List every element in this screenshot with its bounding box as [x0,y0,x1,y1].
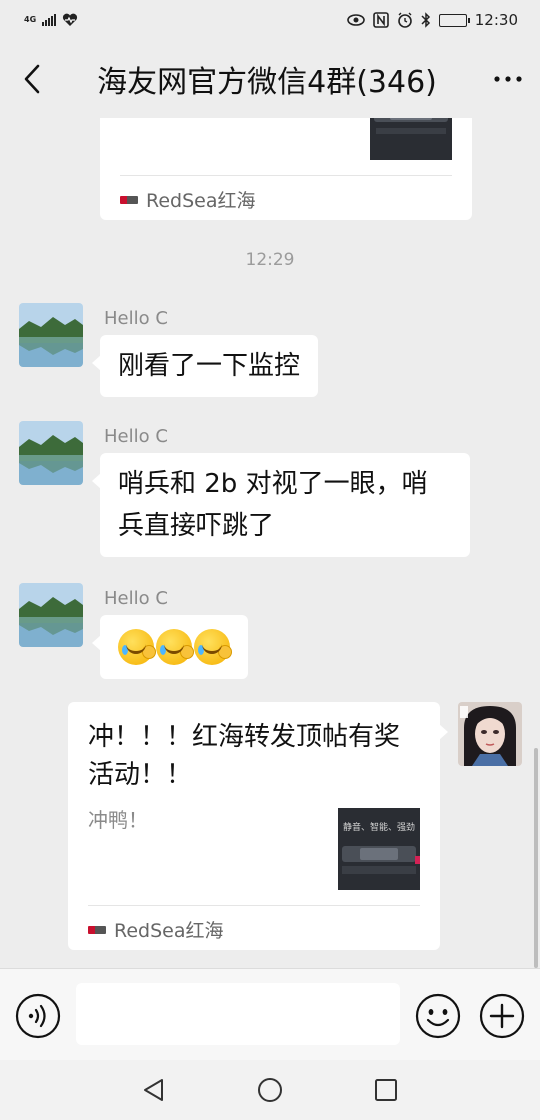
square-recent-icon[interactable] [372,1076,400,1104]
status-right: 12:30 [346,11,518,29]
card-divider [120,175,452,176]
input-bar [0,968,540,1060]
circle-home-icon[interactable] [256,1076,284,1104]
sender-name: Hello C [104,588,168,609]
card-source-label: RedSea红海 [114,920,224,942]
smiley-icon[interactable] [415,993,461,1039]
message-bubble[interactable]: 刚看了一下监控 [91,335,319,397]
chat-message-list[interactable]: RedSea红海 12:29 Hello C 刚看了一下监控 Hello C 哨… [0,118,540,968]
status-left: 4G [24,13,78,27]
card-title: 冲！！！红海转发顶帖有奖活动！！ [88,722,401,790]
chat-header: 海友网官方微信4群(346) [0,40,540,118]
self-avatar[interactable] [458,702,522,766]
battery-icon [438,13,470,27]
facepalm-emoji-icon [194,629,232,665]
shared-link-card[interactable]: 冲！！！红海转发顶帖有奖活动！！ 冲鸭！ 静音、智能、强劲 RedSea红海 [68,702,448,950]
chevron-left-icon [24,64,40,94]
emoji-message-bubble[interactable] [92,615,248,679]
status-bar: 4G 12:30 [0,0,540,40]
network-label: 4G [24,15,37,24]
emoji-row [118,625,232,669]
shared-link-card-top[interactable]: RedSea红海 [100,118,472,220]
message-bubble[interactable]: 哨兵和 2b 对视了一眼，哨兵直接吓跳了 [92,453,470,557]
plus-icon[interactable] [479,993,525,1039]
sender-name: Hello C [104,308,168,329]
bluetooth-icon [421,12,430,28]
triangle-back-icon[interactable] [140,1076,168,1104]
redsea-logo-icon [120,195,138,204]
card-source: RedSea红海 [88,916,224,943]
nfc-icon [372,12,389,28]
eye-icon [346,14,365,26]
health-heart-icon [63,13,78,26]
wechat-chat-screen: 4G 12:30 海友网官方微信4群(346) RedSea红海 12:29 H… [0,0,540,1120]
facepalm-emoji-icon [156,629,194,665]
card-description: 冲鸭！ [88,808,148,832]
voice-icon[interactable] [15,993,61,1039]
card-source-label: RedSea红海 [146,190,256,212]
message-input[interactable] [76,983,400,1045]
sender-avatar[interactable] [19,421,83,485]
redsea-logo-icon [88,925,106,934]
card-thumbnail-image: 静音、智能、强劲 [338,808,420,890]
alarm-icon [397,12,412,28]
card-divider [88,905,420,906]
card-thumbnail-image [370,118,452,160]
sender-avatar[interactable] [19,583,83,647]
status-time: 12:30 [474,11,518,29]
card-source: RedSea红海 [120,186,256,213]
system-nav-bar [0,1060,540,1120]
chat-title: 海友网官方微信4群(346) [97,65,437,100]
sender-name: Hello C [104,426,168,447]
signal-icon [42,14,57,26]
sender-avatar[interactable] [19,303,83,367]
scrollbar[interactable] [534,748,538,968]
facepalm-emoji-icon [118,629,156,665]
back-button[interactable] [0,40,64,118]
more-options-button[interactable] [476,40,540,118]
more-dots-icon [494,76,522,82]
message-timestamp: 12:29 [245,250,295,270]
thumb-caption: 静音、智能、强劲 [343,821,415,833]
